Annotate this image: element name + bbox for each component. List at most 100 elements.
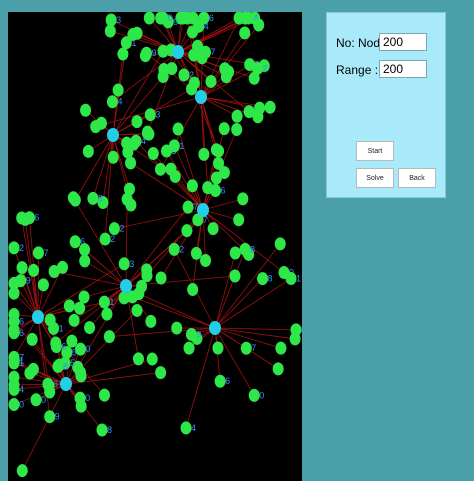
network-node bbox=[220, 70, 232, 84]
network-node bbox=[185, 327, 197, 341]
network-node bbox=[8, 370, 20, 384]
network-node bbox=[200, 253, 212, 267]
network-node bbox=[96, 423, 108, 437]
network-node bbox=[131, 303, 143, 317]
network-edge bbox=[74, 134, 114, 201]
node-label: 8 bbox=[301, 325, 302, 335]
network-node bbox=[95, 116, 107, 130]
network-node bbox=[172, 122, 184, 136]
hub-node bbox=[120, 279, 132, 293]
network-node bbox=[253, 18, 265, 32]
node-label: 8 bbox=[107, 425, 112, 435]
network-node bbox=[130, 134, 142, 148]
back-button[interactable]: Back bbox=[398, 168, 436, 188]
network-node bbox=[131, 115, 143, 129]
network-node bbox=[166, 62, 178, 76]
network-edge bbox=[54, 271, 127, 287]
nodes-input[interactable] bbox=[379, 33, 427, 51]
network-node bbox=[105, 13, 117, 27]
network-node bbox=[8, 241, 20, 255]
node-label: 0 bbox=[259, 390, 264, 400]
hub-node bbox=[197, 203, 209, 217]
node-label: 1 bbox=[59, 323, 64, 333]
node-label: 9 bbox=[26, 276, 31, 286]
network-node bbox=[123, 182, 135, 196]
network-node bbox=[231, 109, 243, 123]
network-node bbox=[205, 74, 217, 88]
network-node bbox=[237, 192, 249, 206]
node-label: 0 bbox=[85, 393, 90, 403]
node-label: 6 bbox=[220, 186, 225, 196]
network-node bbox=[48, 321, 60, 335]
network-node bbox=[272, 362, 284, 376]
network-node bbox=[117, 47, 129, 61]
range-input[interactable] bbox=[379, 60, 427, 78]
network-edge bbox=[92, 134, 114, 199]
network-node bbox=[218, 122, 230, 136]
network-node bbox=[16, 261, 28, 275]
network-node bbox=[248, 388, 260, 402]
network-node bbox=[252, 110, 264, 124]
network-node bbox=[26, 332, 38, 346]
network-node bbox=[44, 385, 56, 399]
network-edge bbox=[214, 249, 246, 329]
node-label: 9 bbox=[55, 412, 60, 422]
control-panel: No: Nodes: Range : Start Solve Back bbox=[326, 12, 446, 198]
node-label: 6 bbox=[19, 328, 24, 338]
network-node bbox=[118, 291, 130, 305]
network-node bbox=[212, 341, 224, 355]
network-node bbox=[168, 242, 180, 256]
node-label: 7 bbox=[43, 248, 48, 258]
network-node bbox=[82, 144, 94, 158]
network-node bbox=[274, 237, 286, 251]
network-node bbox=[80, 103, 92, 117]
node-label: 2 bbox=[179, 244, 184, 254]
network-node bbox=[180, 421, 192, 435]
node-label: 6 bbox=[19, 317, 24, 327]
node-label: 8 bbox=[63, 361, 68, 371]
network-node bbox=[248, 71, 260, 85]
network-node bbox=[69, 193, 81, 207]
network-node bbox=[30, 393, 42, 407]
node-label: 6 bbox=[34, 213, 39, 223]
network-node bbox=[63, 299, 75, 313]
network-node bbox=[125, 198, 137, 212]
network-node bbox=[233, 12, 245, 25]
network-node bbox=[157, 12, 169, 25]
network-node bbox=[207, 222, 219, 236]
node-label: 9 bbox=[151, 48, 156, 58]
network-node bbox=[98, 388, 110, 402]
network-node bbox=[239, 26, 251, 40]
network-node bbox=[74, 365, 86, 379]
node-label: 7 bbox=[211, 47, 216, 57]
network-edge bbox=[55, 285, 127, 344]
network-node bbox=[101, 307, 113, 321]
network-node bbox=[186, 179, 198, 193]
network-node bbox=[140, 46, 152, 60]
network-node bbox=[120, 36, 132, 50]
node-label: 7 bbox=[251, 343, 256, 353]
network-node bbox=[132, 352, 144, 366]
node-label: 4 bbox=[117, 97, 122, 107]
network-node bbox=[103, 330, 115, 344]
network-node bbox=[23, 211, 35, 225]
network-node bbox=[264, 100, 276, 114]
network-node bbox=[28, 263, 40, 277]
network-node bbox=[125, 156, 137, 170]
network-node bbox=[209, 184, 221, 198]
node-label: 4 bbox=[191, 423, 196, 433]
network-node bbox=[229, 269, 241, 283]
start-button[interactable]: Start bbox=[356, 141, 394, 161]
network-canvas[interactable]: 3203465546894896460208126221736708979010… bbox=[8, 12, 302, 481]
network-node bbox=[57, 260, 69, 274]
node-label: 2 bbox=[263, 63, 268, 73]
network-node bbox=[142, 125, 154, 139]
hub-node bbox=[195, 90, 207, 104]
network-node bbox=[188, 76, 200, 90]
node-label: 0 bbox=[86, 344, 91, 354]
solve-button[interactable]: Solve bbox=[356, 168, 394, 188]
node-label: 5 bbox=[70, 358, 75, 368]
network-edge bbox=[84, 249, 127, 287]
node-label: 6 bbox=[61, 342, 66, 352]
network-node bbox=[52, 359, 64, 373]
